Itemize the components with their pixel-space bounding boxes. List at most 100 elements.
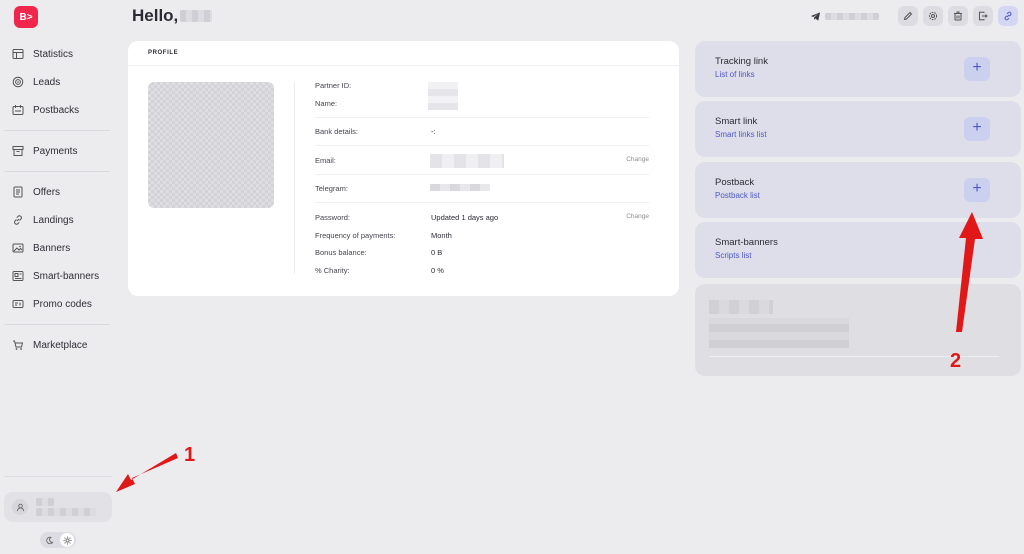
page-title: Hello, bbox=[132, 6, 213, 26]
nav-divider bbox=[4, 130, 110, 131]
panel-title: Postback bbox=[715, 177, 755, 188]
smart-link-panel: Smart link Smart links list + bbox=[695, 101, 1021, 157]
bonus-balance-value: 0 B bbox=[431, 248, 443, 257]
sidebar-item-landings[interactable]: Landings bbox=[4, 206, 110, 234]
sidebar-item-label: Marketplace bbox=[33, 339, 88, 351]
postback-list-link[interactable]: Postback list bbox=[715, 191, 760, 200]
section-title: PROFILE bbox=[148, 50, 179, 56]
delete-button[interactable] bbox=[948, 6, 968, 26]
sidebar-item-postbacks[interactable]: Postbacks bbox=[4, 96, 110, 124]
header-actions bbox=[810, 6, 1018, 26]
payment-frequency-label: Frequency of payments: bbox=[315, 231, 396, 240]
sidebar-item-banners[interactable]: Banners bbox=[4, 234, 110, 262]
panel-title: Tracking link bbox=[715, 56, 768, 67]
cart-icon bbox=[12, 339, 24, 351]
postback-icon bbox=[12, 104, 24, 116]
bank-details-value: -: bbox=[431, 127, 436, 136]
pencil-icon bbox=[903, 11, 913, 21]
logout-button[interactable] bbox=[973, 6, 993, 26]
nav-divider bbox=[4, 324, 110, 325]
vertical-divider bbox=[294, 82, 295, 274]
archive-icon bbox=[12, 145, 24, 157]
sidebar-nav: Statistics Leads Postbacks Payments Offe… bbox=[4, 40, 110, 359]
theme-toggle[interactable] bbox=[40, 532, 76, 548]
password-value: Updated 1 days ago bbox=[431, 213, 499, 222]
user-name-redacted bbox=[180, 10, 213, 22]
settings-button[interactable] bbox=[923, 6, 943, 26]
sidebar-item-offers[interactable]: Offers bbox=[4, 178, 110, 206]
gear-icon bbox=[928, 11, 938, 21]
annotation-marker-1: 1 bbox=[184, 444, 196, 466]
panel-title: Smart-banners bbox=[715, 237, 778, 248]
password-label: Password: bbox=[315, 213, 351, 222]
sun-icon[interactable] bbox=[60, 533, 74, 547]
card-divider bbox=[128, 65, 679, 66]
smart-links-list-link[interactable]: Smart links list bbox=[715, 130, 767, 139]
panel-title: Smart link bbox=[715, 116, 758, 127]
row-divider bbox=[315, 117, 649, 118]
link-icon bbox=[12, 214, 24, 226]
change-password-link[interactable]: Change bbox=[626, 213, 649, 220]
email-label: Email: bbox=[315, 156, 336, 165]
sidebar-item-payments[interactable]: Payments bbox=[4, 137, 110, 165]
charity-label: % Charity: bbox=[315, 266, 350, 275]
table-icon bbox=[12, 48, 24, 60]
name-label: Name: bbox=[315, 99, 338, 108]
document-icon bbox=[12, 186, 24, 198]
image-icon bbox=[12, 242, 24, 254]
sidebar-item-statistics[interactable]: Statistics bbox=[4, 40, 110, 68]
profile-card: PROFILE Partner ID: Name: Bank details: … bbox=[128, 41, 679, 296]
payment-frequency-value: Month bbox=[431, 231, 452, 240]
telegram-link[interactable] bbox=[810, 11, 879, 22]
scripts-list-link[interactable]: Scripts list bbox=[715, 251, 751, 260]
add-smart-link-button[interactable]: + bbox=[964, 117, 990, 141]
edit-button[interactable] bbox=[898, 6, 918, 26]
bank-details-label: Bank details: bbox=[315, 127, 358, 136]
moon-icon[interactable] bbox=[42, 533, 56, 547]
sidebar-item-label: Banners bbox=[33, 242, 71, 254]
sidebar: B> Statistics Leads Postbacks Payments O… bbox=[0, 0, 118, 554]
sidebar-item-label: Offers bbox=[33, 186, 61, 198]
sidebar-item-smart-banners[interactable]: Smart-banners bbox=[4, 262, 110, 290]
change-email-link[interactable]: Change bbox=[626, 156, 649, 163]
link-button[interactable] bbox=[998, 6, 1018, 26]
sidebar-item-marketplace[interactable]: Marketplace bbox=[4, 331, 110, 359]
charity-value: 0 % bbox=[431, 266, 444, 275]
sidebar-item-label: Smart-banners bbox=[33, 270, 100, 282]
user-menu[interactable] bbox=[4, 492, 112, 522]
sidebar-item-label: Statistics bbox=[33, 48, 74, 60]
sidebar-item-promo-codes[interactable]: Promo codes bbox=[4, 290, 110, 318]
row-divider bbox=[315, 174, 649, 175]
annotation-marker-2: 2 bbox=[950, 350, 962, 372]
user-name-redacted bbox=[36, 498, 54, 506]
row-divider bbox=[315, 145, 649, 146]
profile-photo-placeholder[interactable] bbox=[148, 82, 274, 208]
smart-banners-panel: Smart-banners Scripts list bbox=[695, 222, 1021, 278]
telegram-redacted bbox=[430, 184, 490, 191]
telegram-label: Telegram: bbox=[315, 184, 348, 193]
add-tracking-link-button[interactable]: + bbox=[964, 57, 990, 81]
user-email-redacted bbox=[36, 508, 96, 516]
email-redacted bbox=[430, 154, 504, 168]
promo-icon bbox=[12, 298, 24, 310]
trash-icon bbox=[954, 11, 962, 21]
sidebar-divider bbox=[4, 476, 112, 477]
sidebar-item-label: Promo codes bbox=[33, 298, 92, 310]
sidebar-item-label: Payments bbox=[33, 145, 78, 157]
logo[interactable]: B> bbox=[14, 6, 38, 28]
nav-divider bbox=[4, 171, 110, 172]
redacted-panel bbox=[695, 284, 1021, 376]
smart-banner-icon bbox=[12, 270, 24, 282]
logout-icon bbox=[979, 11, 988, 21]
sidebar-item-label: Leads bbox=[33, 76, 61, 88]
row-divider bbox=[315, 202, 649, 203]
list-of-links-link[interactable]: List of links bbox=[715, 70, 755, 79]
redacted-text bbox=[709, 318, 849, 348]
telegram-icon bbox=[810, 11, 821, 21]
user-icon bbox=[12, 499, 28, 515]
tracking-link-panel: Tracking link List of links + bbox=[695, 41, 1021, 97]
add-postback-button[interactable]: + bbox=[964, 178, 990, 202]
sidebar-item-label: Postbacks bbox=[33, 104, 80, 116]
sidebar-item-leads[interactable]: Leads bbox=[4, 68, 110, 96]
partner-id-redacted bbox=[428, 82, 458, 110]
